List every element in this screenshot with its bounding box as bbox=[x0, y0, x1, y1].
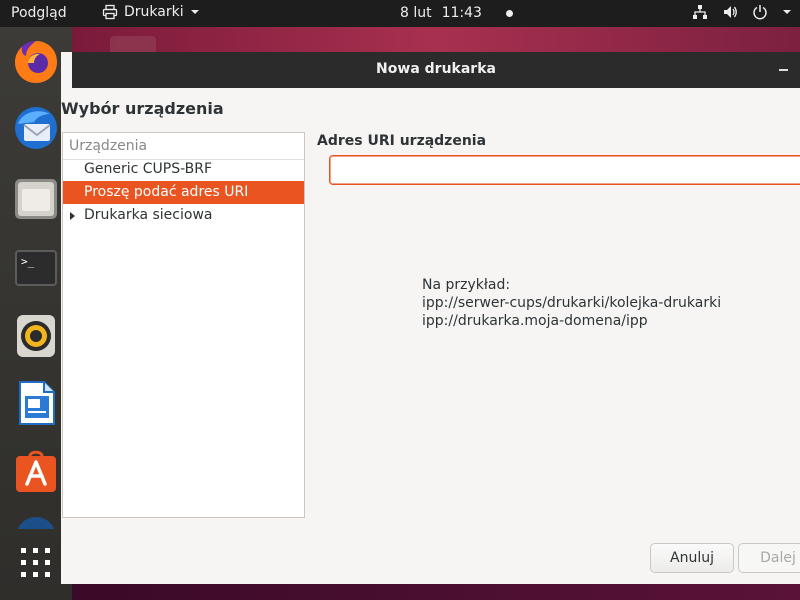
list-item-label: Proszę podać adres URI bbox=[84, 184, 249, 200]
uri-label: Adres URI urządzenia bbox=[317, 133, 487, 149]
app-grid-icon[interactable] bbox=[20, 547, 52, 579]
list-item-label: Drukarka sieciowa bbox=[84, 207, 213, 223]
printer-icon bbox=[102, 4, 118, 20]
example-heading: Na przykład: bbox=[422, 277, 511, 293]
network-icon bbox=[693, 5, 707, 19]
app-menu[interactable]: Drukarki bbox=[102, 4, 200, 20]
activities-button[interactable]: Podgląd bbox=[11, 5, 67, 21]
list-item-generic-cups-brf[interactable]: Generic CUPS-BRF bbox=[63, 158, 304, 181]
help-icon[interactable] bbox=[12, 513, 60, 529]
software-icon[interactable] bbox=[12, 447, 60, 495]
top-bar: Podgląd Drukarki 8 lut 11:43 bbox=[0, 0, 800, 27]
svg-text:>_: >_ bbox=[21, 255, 35, 268]
files-icon[interactable] bbox=[12, 175, 60, 223]
window-titlebar[interactable]: Nowa drukarka bbox=[72, 52, 800, 88]
example-uri-1: ipp://serwer-cups/drukarki/kolejka-druka… bbox=[422, 295, 722, 311]
list-item-enter-uri[interactable]: Proszę podać adres URI bbox=[63, 181, 304, 204]
chevron-down-icon bbox=[190, 10, 199, 14]
list-item-label: Generic CUPS-BRF bbox=[84, 161, 213, 177]
system-tray[interactable] bbox=[692, 4, 792, 20]
writer-icon[interactable] bbox=[12, 379, 60, 427]
desktop-wallpaper-bottom bbox=[72, 583, 800, 600]
power-icon bbox=[753, 5, 767, 20]
device-list-header[interactable]: Urządzenia bbox=[69, 138, 147, 154]
page-title: Wybór urządzenia bbox=[61, 99, 224, 118]
example-uri-2: ipp://drukarka.moja-domena/ipp bbox=[422, 313, 648, 329]
list-item-network-printer[interactable]: Drukarka sieciowa bbox=[63, 204, 304, 227]
device-list: Urządzenia Generic CUPS-BRF Proszę podać… bbox=[62, 132, 305, 518]
uri-input[interactable] bbox=[329, 155, 800, 185]
notification-dot bbox=[505, 9, 513, 17]
firefox-icon[interactable] bbox=[12, 37, 60, 85]
clock-date: 8 lut bbox=[400, 5, 432, 21]
new-printer-dialog: Nowa drukarka Wybór urządzenia Urządzeni… bbox=[61, 52, 800, 584]
clock-time: 11:43 bbox=[441, 5, 482, 21]
thunderbird-icon[interactable] bbox=[12, 104, 60, 152]
clock[interactable]: 8 lut 11:43 bbox=[400, 5, 513, 21]
app-menu-label: Drukarki bbox=[124, 4, 184, 20]
window-title: Nowa drukarka bbox=[376, 61, 496, 77]
cancel-button[interactable]: Anuluj bbox=[650, 543, 734, 573]
rhythmbox-icon[interactable] bbox=[12, 312, 60, 360]
next-button[interactable]: Dalej bbox=[738, 543, 800, 573]
volume-icon bbox=[724, 6, 737, 18]
terminal-icon[interactable]: >_ bbox=[12, 244, 60, 292]
expander-arrow-icon[interactable] bbox=[70, 212, 75, 220]
chevron-down-icon bbox=[783, 10, 791, 14]
minimize-button[interactable] bbox=[779, 69, 788, 71]
uri-example: Na przykład: ipp://serwer-cups/drukarki/… bbox=[422, 276, 721, 330]
